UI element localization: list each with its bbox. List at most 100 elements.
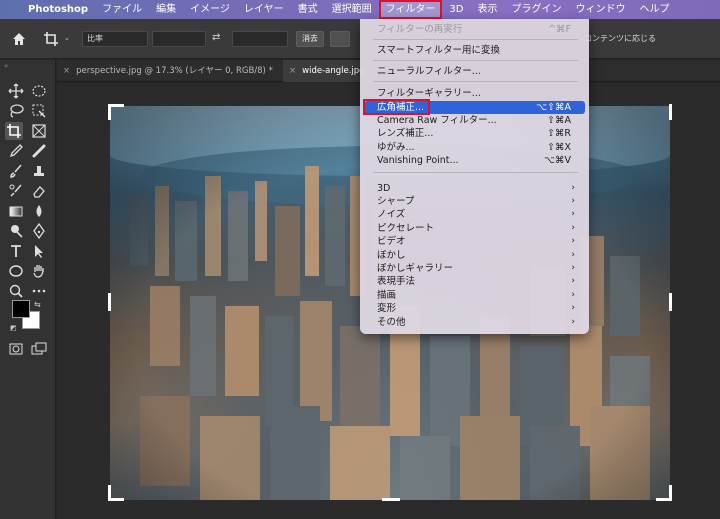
content-aware-label[interactable]: コンテンツに応じる xyxy=(584,33,656,44)
spot-healing-tool-icon[interactable] xyxy=(30,142,48,160)
menu-item-3d[interactable]: 3D › xyxy=(364,182,585,195)
lasso-tool-icon[interactable] xyxy=(7,102,25,120)
crop-handle-bottom-right-v[interactable] xyxy=(669,485,672,501)
menu-item-lens-correction[interactable]: レンズ補正... ⇧⌘R xyxy=(364,127,585,140)
path-selection-tool-icon[interactable] xyxy=(30,242,48,260)
gradient-tool-icon[interactable] xyxy=(7,202,25,220)
macos-menubar: Photoshop ファイル 編集 イメージ レイヤー 書式 選択範囲 フィルタ… xyxy=(0,0,720,19)
swap-icon[interactable]: ⇄ xyxy=(212,32,220,43)
menu-item-label: Vanishing Point... xyxy=(377,155,459,166)
chevron-right-icon: › xyxy=(571,276,575,286)
zoom-tool-icon[interactable] xyxy=(7,282,25,300)
chevron-right-icon: › xyxy=(571,209,575,219)
more-tools-icon[interactable] xyxy=(30,282,48,300)
quick-mask-icon[interactable] xyxy=(7,340,25,358)
menu-item-shortcut: ⇧⌘X xyxy=(547,142,571,153)
menu-separator xyxy=(373,172,578,173)
height-field[interactable] xyxy=(232,31,288,47)
menu-item-shortcut: ⌥⇧⌘A xyxy=(536,102,571,113)
menu-item-pixelate[interactable]: ピクセレート › xyxy=(364,222,585,235)
menu-filter[interactable]: フィルター xyxy=(378,0,443,19)
home-icon[interactable] xyxy=(10,30,28,48)
crop-handle-top-left-v[interactable] xyxy=(108,104,111,120)
blur-tool-icon[interactable] xyxy=(30,202,48,220)
app-name-menu[interactable]: Photoshop xyxy=(26,0,95,19)
menu-plugins[interactable]: プラグイン xyxy=(504,0,568,19)
chevron-right-icon: › xyxy=(571,250,575,260)
menu-item-label: スマートフィルター用に変換 xyxy=(377,45,501,56)
tab-perspective[interactable]: × perspective.jpg @ 17.3% (レイヤー 0, RGB/8)… xyxy=(57,60,289,82)
menu-select[interactable]: 選択範囲 xyxy=(325,0,379,19)
menu-item-blur-gallery[interactable]: ぼかしギャラリー › xyxy=(364,262,585,275)
menu-file[interactable]: ファイル xyxy=(95,0,149,19)
chevron-right-icon: › xyxy=(571,290,575,300)
menu-item-label: ノイズ xyxy=(377,209,406,220)
callout-highlight-box xyxy=(363,99,430,115)
menu-layer[interactable]: レイヤー xyxy=(237,0,291,19)
menu-item-video[interactable]: ビデオ › xyxy=(364,235,585,248)
clear-button[interactable]: 消去 xyxy=(296,31,324,47)
chevron-right-icon: › xyxy=(571,317,575,327)
menu-edit[interactable]: 編集 xyxy=(149,0,183,19)
menu-help[interactable]: ヘルプ xyxy=(632,0,676,19)
type-tool-icon[interactable] xyxy=(7,242,25,260)
crop-handle-top-right[interactable] xyxy=(669,104,672,120)
width-field[interactable] xyxy=(152,31,206,47)
menu-item-sharpen[interactable]: シャープ › xyxy=(364,195,585,208)
crop-tool-icon[interactable] xyxy=(5,122,23,140)
tab-label: wide-angle.jpg xyxy=(302,66,365,76)
ratio-select[interactable]: 比率 xyxy=(82,31,148,47)
chevron-down-icon[interactable]: ⌄ xyxy=(64,34,70,42)
menu-item-blur[interactable]: ぼかし › xyxy=(364,249,585,262)
menu-item-vanishing-point[interactable]: Vanishing Point... ⌥⌘V xyxy=(364,154,585,167)
move-tool-icon[interactable] xyxy=(7,82,25,100)
ellipse-tool-icon[interactable] xyxy=(7,262,25,280)
screen-mode-icon[interactable] xyxy=(30,340,48,358)
crop-tool-preset-icon[interactable] xyxy=(42,30,60,48)
menu-item-liquify[interactable]: ゆがみ... ⇧⌘X xyxy=(364,141,585,154)
foreground-color-swatch[interactable] xyxy=(12,300,30,318)
eraser-tool-icon[interactable] xyxy=(30,182,48,200)
menu-item-shortcut: ⌥⌘V xyxy=(544,155,571,166)
clone-stamp-tool-icon[interactable] xyxy=(30,162,48,180)
straighten-icon[interactable] xyxy=(330,31,350,47)
close-icon[interactable]: × xyxy=(63,66,70,76)
menu-type[interactable]: 書式 xyxy=(291,0,325,19)
marquee-tool-icon[interactable] xyxy=(30,82,48,100)
menu-item-camera-raw-filter[interactable]: Camera Raw フィルター... ⇧⌘A xyxy=(364,114,585,127)
menu-3d[interactable]: 3D xyxy=(442,0,470,19)
history-brush-tool-icon[interactable] xyxy=(7,182,25,200)
menu-view[interactable]: 表示 xyxy=(470,0,504,19)
menu-item-stylize[interactable]: 表現手法 › xyxy=(364,275,585,288)
menu-item-distort[interactable]: 変形 › xyxy=(364,302,585,315)
close-icon[interactable]: × xyxy=(289,66,296,76)
menu-item-convert-smart-filters[interactable]: スマートフィルター用に変換 xyxy=(364,44,585,57)
menu-item-noise[interactable]: ノイズ › xyxy=(364,208,585,221)
brush-tool-icon[interactable] xyxy=(7,162,25,180)
filter-dropdown-menu: フィルターの再実行 ^⌘F スマートフィルター用に変換 ニューラルフィルター...… xyxy=(360,19,589,334)
crop-handle-left-mid[interactable] xyxy=(108,293,111,311)
crop-handle-bottom-left-v[interactable] xyxy=(108,485,111,501)
object-selection-tool-icon[interactable] xyxy=(30,102,48,120)
default-colors-icon[interactable]: ◩ xyxy=(10,324,17,332)
menu-item-shortcut: ⇧⌘A xyxy=(547,115,571,126)
swap-colors-icon[interactable]: ⇆ xyxy=(34,300,41,309)
menu-item-label: レンズ補正... xyxy=(377,128,434,139)
menu-image[interactable]: イメージ xyxy=(183,0,237,19)
crop-handle-right-mid[interactable] xyxy=(669,293,672,311)
chevron-right-icon: › xyxy=(571,183,575,193)
pen-tool-icon[interactable] xyxy=(30,222,48,240)
dodge-tool-icon[interactable] xyxy=(7,222,25,240)
menu-item-other[interactable]: その他 › xyxy=(364,316,585,329)
menu-item-shortcut: ^⌘F xyxy=(548,24,571,35)
frame-tool-icon[interactable] xyxy=(30,122,48,140)
menu-separator xyxy=(373,39,578,40)
menu-item-render[interactable]: 描画 › xyxy=(364,289,585,302)
panel-grip-icon[interactable]: « xyxy=(4,62,8,70)
crop-handle-bottom-mid[interactable] xyxy=(382,498,400,501)
hand-tool-icon[interactable] xyxy=(30,262,48,280)
menu-item-neural-filters[interactable]: ニューラルフィルター... xyxy=(364,65,585,78)
menu-item-label: 表現手法 xyxy=(377,276,416,287)
menu-window[interactable]: ウィンドウ xyxy=(568,0,632,19)
eyedropper-tool-icon[interactable] xyxy=(7,142,25,160)
